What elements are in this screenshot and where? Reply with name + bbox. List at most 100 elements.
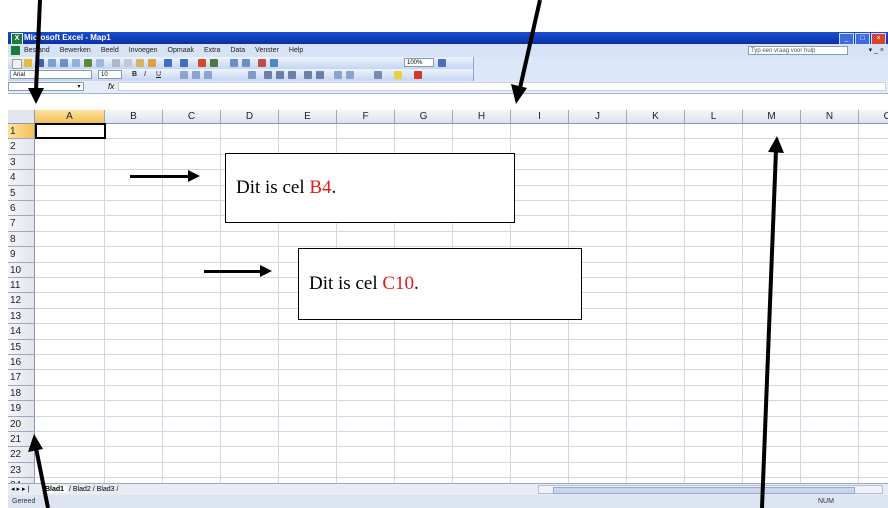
align-center-icon[interactable] (192, 71, 200, 79)
column-header-e[interactable]: E (279, 110, 337, 124)
insert-hyperlink-icon[interactable] (198, 59, 206, 67)
borders-icon[interactable] (374, 71, 382, 79)
increase-indent-icon[interactable] (346, 71, 354, 79)
column-header-h[interactable]: H (453, 110, 511, 124)
row-header-18[interactable]: 18 (8, 385, 35, 402)
active-cell-a1[interactable] (35, 123, 106, 140)
comma-style-icon[interactable] (288, 71, 296, 79)
row-header-3[interactable]: 3 (8, 154, 35, 171)
align-right-icon[interactable] (204, 71, 212, 79)
font-color-icon[interactable] (414, 71, 422, 79)
help-icon[interactable] (438, 59, 446, 67)
sheet-tab-blad1[interactable]: Blad1 (42, 486, 68, 493)
save-icon[interactable] (36, 59, 44, 67)
row-header-17[interactable]: 17 (8, 370, 35, 386)
menu-bestand[interactable]: Bestand (24, 44, 50, 57)
spelling-icon[interactable] (84, 59, 92, 67)
column-header-b[interactable]: B (105, 110, 163, 124)
research-icon[interactable] (96, 59, 104, 67)
menu-venster[interactable]: Venster (255, 44, 279, 57)
row-header-21[interactable]: 21 (8, 432, 35, 448)
select-all-corner[interactable] (8, 110, 35, 124)
zoom-select[interactable]: 100% (404, 58, 434, 67)
new-file-icon[interactable] (12, 59, 22, 69)
column-header-c[interactable]: C (163, 110, 221, 124)
redo-icon[interactable] (180, 59, 188, 67)
paste-icon[interactable] (136, 59, 144, 67)
row-header-1[interactable]: 1 (8, 124, 35, 140)
font-name-select[interactable]: Arial (10, 70, 92, 79)
decrease-decimal-icon[interactable] (316, 71, 324, 79)
undo-icon[interactable] (164, 59, 172, 67)
row-header-6[interactable]: 6 (8, 201, 35, 217)
currency-icon[interactable] (264, 71, 272, 79)
cut-icon[interactable] (112, 59, 120, 67)
decrease-indent-icon[interactable] (334, 71, 342, 79)
row-header-5[interactable]: 5 (8, 185, 35, 201)
print-icon[interactable] (60, 59, 68, 67)
column-header-k[interactable]: K (627, 110, 685, 124)
row-header-9[interactable]: 9 (8, 247, 35, 263)
sheet-tab-blad2[interactable]: Blad2 (73, 486, 91, 493)
chevron-down-icon[interactable]: ▾ (75, 83, 83, 90)
row-header-12[interactable]: 12 (8, 293, 35, 309)
column-header-i[interactable]: I (511, 110, 569, 124)
percent-icon[interactable] (276, 71, 284, 79)
workbook-icon[interactable] (11, 46, 20, 55)
align-left-icon[interactable] (180, 71, 188, 79)
row-header-15[interactable]: 15 (8, 339, 35, 355)
menu-bewerken[interactable]: Bewerken (60, 44, 91, 57)
column-header-o[interactable]: O (859, 110, 888, 124)
sort-descending-icon[interactable] (242, 59, 250, 67)
fx-icon[interactable]: fx (108, 81, 114, 93)
merge-center-icon[interactable] (248, 71, 256, 79)
column-header-j[interactable]: J (569, 110, 627, 124)
document-window-controls[interactable]: ▾ _ × (869, 44, 884, 57)
column-header-g[interactable]: G (395, 110, 453, 124)
menu-help[interactable]: Help (289, 44, 303, 57)
row-header-22[interactable]: 22 (8, 447, 35, 463)
column-header-l[interactable]: L (685, 110, 743, 124)
column-header-f[interactable]: F (337, 110, 395, 124)
scrollbar-thumb[interactable] (553, 487, 855, 494)
format-painter-icon[interactable] (148, 59, 156, 67)
horizontal-scrollbar[interactable] (538, 485, 883, 494)
open-folder-icon[interactable] (24, 59, 32, 67)
sort-ascending-icon[interactable] (230, 59, 238, 67)
autosum-icon[interactable] (210, 59, 218, 67)
row-header-11[interactable]: 11 (8, 278, 35, 294)
column-header-m[interactable]: M (743, 110, 801, 124)
row-header-19[interactable]: 19 (8, 401, 35, 417)
drawing-icon[interactable] (270, 59, 278, 67)
help-search-input[interactable]: Typ een vraag voor hulp (748, 46, 848, 55)
row-header-7[interactable]: 7 (8, 216, 35, 232)
column-header-a[interactable]: A (35, 110, 105, 124)
underline-button[interactable]: U (156, 69, 161, 81)
italic-button[interactable]: I (144, 69, 146, 81)
sheet-tab-blad3[interactable]: Blad3 (97, 486, 115, 493)
column-header-d[interactable]: D (221, 110, 279, 124)
fill-color-icon[interactable] (394, 71, 402, 79)
menu-opmaak[interactable]: Opmaak (168, 44, 194, 57)
chart-wizard-icon[interactable] (258, 59, 266, 67)
row-header-20[interactable]: 20 (8, 416, 35, 432)
menu-invoegen[interactable]: Invoegen (129, 44, 158, 57)
row-header-23[interactable]: 23 (8, 462, 35, 479)
bold-button[interactable]: B (132, 69, 137, 81)
print-preview-icon[interactable] (72, 59, 80, 67)
row-header-10[interactable]: 10 (8, 262, 35, 278)
row-header-14[interactable]: 14 (8, 324, 35, 340)
copy-icon[interactable] (124, 59, 132, 67)
row-header-4[interactable]: 4 (8, 170, 35, 186)
font-size-select[interactable]: 10 (98, 70, 122, 79)
row-header-2[interactable]: 2 (8, 139, 35, 155)
menu-data[interactable]: Data (230, 44, 245, 57)
row-header-16[interactable]: 16 (8, 355, 35, 371)
permission-icon[interactable] (48, 59, 56, 67)
menu-beeld[interactable]: Beeld (101, 44, 119, 57)
formula-input[interactable] (118, 82, 886, 91)
name-box[interactable]: ▾ (8, 82, 84, 91)
row-header-8[interactable]: 8 (8, 231, 35, 248)
menu-extra[interactable]: Extra (204, 44, 220, 57)
column-header-n[interactable]: N (801, 110, 859, 124)
